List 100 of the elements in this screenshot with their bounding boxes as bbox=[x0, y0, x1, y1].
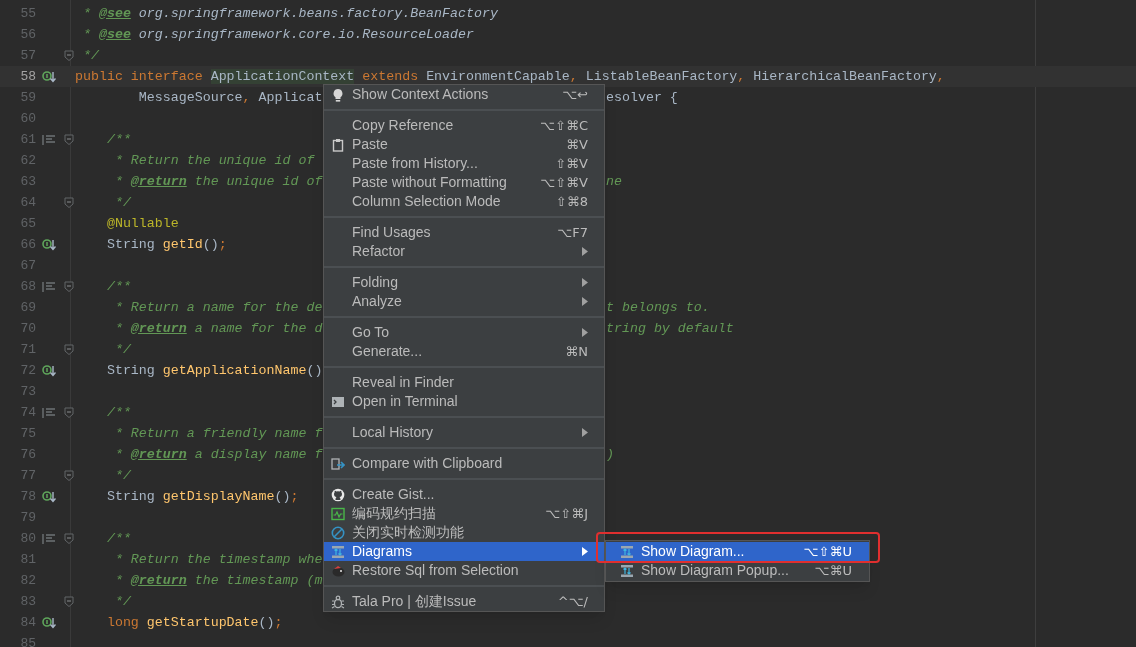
code-text: /** bbox=[105, 530, 131, 546]
code-text: , bbox=[737, 68, 747, 84]
line-number: 80 bbox=[19, 529, 36, 548]
code-text: String bbox=[105, 488, 156, 504]
code-text: @see bbox=[98, 5, 131, 21]
menu-item[interactable]: Create Gist... bbox=[324, 485, 604, 504]
menu-item[interactable]: Generate... ⌘N bbox=[324, 342, 604, 361]
menu-item[interactable]: Copy Reference ⌥⇧⌘C bbox=[324, 116, 604, 135]
line-number: 76 bbox=[19, 445, 36, 464]
code-text: @return bbox=[130, 446, 187, 462]
code-text: org.springframework.beans.factory.BeanFactory bbox=[137, 5, 498, 21]
code-text: ) bbox=[606, 446, 614, 462]
menu-item[interactable]: Paste from History... ⇧⌘V bbox=[324, 154, 604, 173]
line-number: 65 bbox=[19, 214, 36, 233]
code-text: Applicat bbox=[258, 89, 323, 105]
fold-icon[interactable] bbox=[63, 596, 74, 607]
fold-icon[interactable] bbox=[63, 407, 74, 418]
code-text: getDisplayName bbox=[162, 488, 275, 504]
menu-item[interactable]: Restore Sql from Selection bbox=[324, 561, 604, 580]
fold-icon[interactable] bbox=[63, 50, 74, 61]
code-text: @return bbox=[130, 320, 187, 336]
menu-item[interactable]: Show Context Actions ⌥↩ bbox=[324, 85, 604, 104]
code-text: getApplicationName bbox=[162, 362, 307, 378]
line-number: 62 bbox=[19, 151, 36, 170]
shortcut-label: ⌥⇧⌘C bbox=[540, 116, 588, 135]
code-text: MessageSource bbox=[137, 89, 243, 105]
menu-item[interactable]: Compare with Clipboard bbox=[324, 454, 604, 473]
fold-icon[interactable] bbox=[63, 281, 74, 292]
menu-item[interactable]: Show Diagram Popup... ⌥⌘U bbox=[606, 561, 869, 580]
menu-item[interactable]: Paste ⌘V bbox=[324, 135, 604, 154]
shortcut-label: ⌘V bbox=[566, 135, 588, 154]
menu-item[interactable]: Find Usages ⌥F7 bbox=[324, 223, 604, 242]
code-text: EnvironmentCapable bbox=[426, 68, 570, 84]
code-text: String bbox=[105, 362, 156, 378]
line-number: 85 bbox=[19, 634, 36, 647]
code-text: extends bbox=[361, 68, 420, 84]
fold-icon[interactable] bbox=[63, 470, 74, 481]
code-text: * bbox=[81, 5, 92, 21]
code-text: */ bbox=[113, 194, 131, 210]
code-text: @return bbox=[130, 173, 187, 189]
line-number: 56 bbox=[19, 25, 36, 44]
menu-item[interactable]: Local History bbox=[324, 423, 604, 442]
code-text: HierarchicalBeanFactory bbox=[753, 68, 937, 84]
code-text: a name for the d bbox=[193, 320, 323, 336]
menu-item[interactable]: Column Selection Mode ⇧⌘8 bbox=[324, 192, 604, 211]
code-text: public interface bbox=[75, 68, 204, 84]
code-text: org.springframework.core.io.ResourceLoader bbox=[137, 26, 474, 42]
line-number: 69 bbox=[19, 298, 36, 317]
menu-item[interactable]: Open in Terminal bbox=[324, 392, 604, 411]
code-text: * Return the unique id of bbox=[113, 152, 315, 168]
code-text: ; bbox=[290, 488, 299, 504]
line-number: 66 bbox=[19, 235, 36, 254]
line-number: 64 bbox=[19, 193, 36, 212]
menu-item[interactable]: 关闭实时检测功能 bbox=[324, 523, 604, 542]
fold-icon[interactable] bbox=[63, 533, 74, 544]
shortcut-label: ⌥↩ bbox=[562, 85, 588, 104]
menu-item[interactable]: 编码规约扫描 ⌥⇧⌘J bbox=[324, 504, 604, 523]
code-text: ApplicationContext bbox=[210, 68, 355, 84]
code-text: */ bbox=[113, 467, 131, 483]
line-number: 55 bbox=[19, 4, 36, 23]
line-number: 60 bbox=[19, 109, 36, 128]
code-text: */ bbox=[81, 47, 99, 63]
code-text: getId bbox=[162, 236, 203, 252]
code-text: () bbox=[306, 362, 323, 378]
code-text: ; bbox=[218, 236, 227, 252]
menu-item[interactable]: Diagrams bbox=[324, 542, 604, 561]
line-number: 70 bbox=[19, 319, 36, 338]
menu-item[interactable]: Refactor bbox=[324, 242, 604, 261]
code-text: , bbox=[936, 68, 945, 84]
menu-item[interactable]: Analyze bbox=[324, 292, 604, 311]
code-text: tring by default bbox=[606, 320, 734, 336]
code-text: , bbox=[569, 68, 579, 84]
shortcut-label: ⌥⇧⌘J bbox=[545, 504, 588, 523]
line-number: 72 bbox=[19, 361, 36, 380]
menu-item[interactable]: Folding bbox=[324, 273, 604, 292]
menu-item[interactable]: Paste without Formatting ⌥⇧⌘V bbox=[324, 173, 604, 192]
menu-item[interactable]: Reveal in Finder bbox=[324, 373, 604, 392]
line-number: 71 bbox=[19, 340, 36, 359]
menu-item[interactable]: Go To bbox=[324, 323, 604, 342]
menu-item[interactable]: Show Diagram... ⌥⇧⌘U bbox=[606, 542, 869, 561]
shortcut-label: ^⌥/ bbox=[557, 592, 588, 611]
line-number: 79 bbox=[19, 508, 36, 527]
line-number: 77 bbox=[19, 466, 36, 485]
code-text: @Nullable bbox=[105, 215, 179, 231]
code-text: */ bbox=[113, 593, 131, 609]
fold-icon[interactable] bbox=[63, 197, 74, 208]
code-text: /** bbox=[105, 131, 131, 147]
menu-item[interactable]: Tala Pro | 创建Issue ^⌥/ bbox=[324, 592, 604, 611]
code-text: , bbox=[242, 89, 252, 105]
code-text: /** bbox=[105, 404, 131, 420]
line-number: 73 bbox=[19, 382, 36, 401]
code-text: () bbox=[274, 488, 291, 504]
fold-icon[interactable] bbox=[63, 134, 74, 145]
code-text: * bbox=[113, 320, 124, 336]
line-number: 59 bbox=[19, 88, 36, 107]
code-text: * Return the timestamp whe bbox=[113, 551, 323, 567]
code-text: * bbox=[113, 446, 124, 462]
shortcut-label: ⇧⌘8 bbox=[555, 192, 588, 211]
fold-icon[interactable] bbox=[63, 344, 74, 355]
line-number: 75 bbox=[19, 424, 36, 443]
